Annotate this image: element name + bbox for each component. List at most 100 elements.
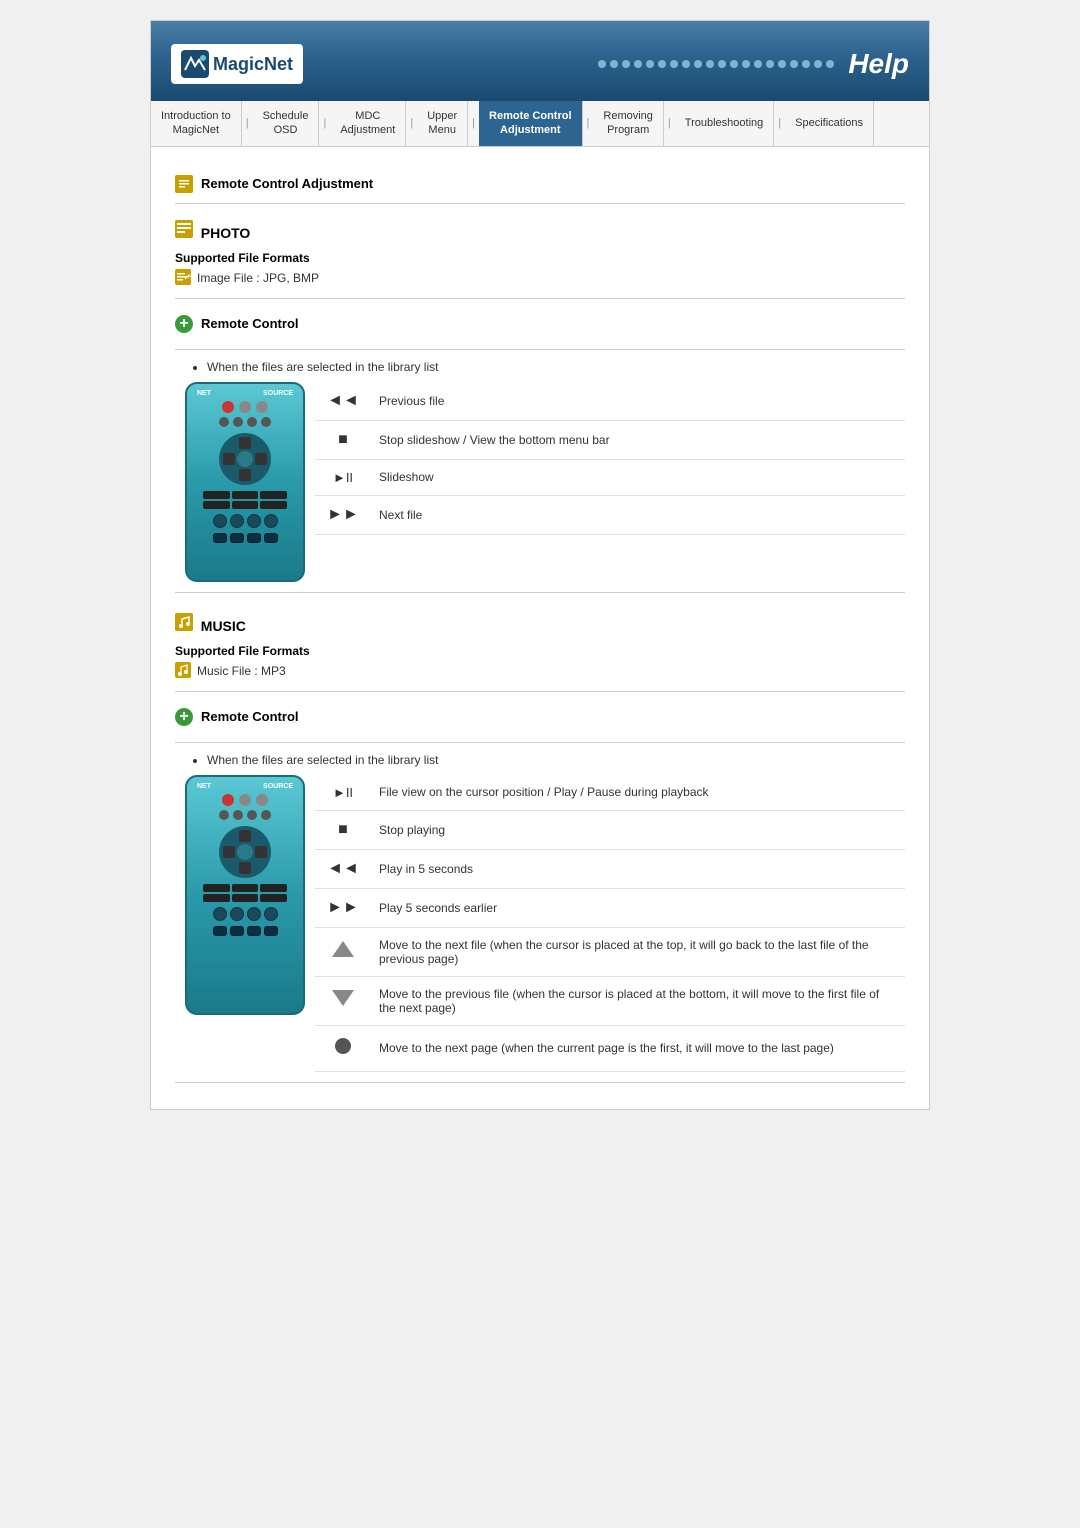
nav-item-troubleshooting[interactable]: Troubleshooting: [675, 101, 774, 146]
nav-sep-7: |: [774, 101, 785, 146]
dot: [814, 60, 822, 68]
dot: [778, 60, 786, 68]
music-remote-image-col: NET SOURCE: [175, 775, 315, 1072]
music-key-row-4: ►► Play 5 seconds earlier: [315, 889, 905, 928]
nav-sep-6: |: [664, 101, 675, 146]
music-remote-image: NET SOURCE: [185, 775, 305, 1015]
photo-key-desc-3: Slideshow: [379, 470, 897, 484]
photo-format-icon: [175, 269, 191, 288]
music-remote-label: Remote Control: [201, 709, 299, 724]
dot: [694, 60, 702, 68]
dot: [610, 60, 618, 68]
music-key-sym-5: [323, 939, 363, 964]
dot: [790, 60, 798, 68]
photo-key-sym-4: ►►: [323, 506, 363, 524]
photo-section-title: PHOTO: [175, 220, 905, 241]
music-section: MUSIC Supported File Formats Music File …: [175, 613, 905, 1072]
music-key-sym-7: [323, 1036, 363, 1061]
divider-remote-photo-top: [175, 349, 905, 350]
photo-key-row-2: ■ Stop slideshow / View the bottom menu …: [315, 421, 905, 460]
music-supported-formats: Supported File Formats Music File : MP3: [175, 644, 905, 681]
music-key-row-2: ■ Stop playing: [315, 811, 905, 850]
music-key-sym-2: ■: [323, 821, 363, 839]
photo-supported-formats: Supported File Formats Image File : JPG,…: [175, 251, 905, 288]
dot: [754, 60, 762, 68]
navbar: Introduction toMagicNet | ScheduleOSD | …: [151, 101, 929, 147]
nav-sep-5: |: [583, 101, 594, 146]
dot: [706, 60, 714, 68]
photo-icon: [175, 220, 193, 238]
music-key-row-1: ►II File view on the cursor position / P…: [315, 775, 905, 811]
divider-music-formats: [175, 691, 905, 692]
divider-photo-formats: [175, 298, 905, 299]
music-key-sym-3: ◄◄: [323, 860, 363, 878]
music-key-row-5: Move to the next file (when the cursor i…: [315, 928, 905, 977]
logo-area: MagicNet: [171, 44, 303, 84]
photo-remote-label: Remote Control: [201, 316, 299, 331]
dot: [622, 60, 630, 68]
help-dots-area: Help: [598, 48, 909, 80]
music-key-row-3: ◄◄ Play in 5 seconds: [315, 850, 905, 889]
music-key-sym-6: [323, 988, 363, 1013]
logo-box: MagicNet: [171, 44, 303, 84]
page-title: Remote Control Adjustment: [201, 176, 373, 191]
photo-key-desc-4: Next file: [379, 508, 897, 522]
dot: [826, 60, 834, 68]
nav-sep-4: |: [468, 101, 479, 146]
photo-key-row-4: ►► Next file: [315, 496, 905, 535]
music-icon: [175, 613, 193, 631]
music-key-desc-1: File view on the cursor position / Play …: [379, 785, 897, 799]
divider-remote-music-top: [175, 742, 905, 743]
remote-control-icon-photo: +: [175, 315, 193, 333]
photo-key-sym-2: ■: [323, 431, 363, 449]
logo-text: MagicNet: [213, 54, 293, 75]
nav-sep-3: |: [406, 101, 417, 146]
nav-item-schedule[interactable]: ScheduleOSD: [253, 101, 320, 146]
music-key-desc-6: Move to the previous file (when the curs…: [379, 987, 897, 1015]
music-remote-control-header: + Remote Control: [175, 702, 905, 732]
dot: [730, 60, 738, 68]
photo-title-text: PHOTO: [201, 225, 251, 241]
nav-item-remote[interactable]: Remote ControlAdjustment: [479, 101, 583, 146]
photo-remote-image-col: NET SOURCE: [175, 382, 315, 582]
dot: [802, 60, 810, 68]
photo-key-desc-1: Previous file: [379, 394, 897, 408]
nav-item-mdc[interactable]: MDCAdjustment: [330, 101, 406, 146]
dot: [682, 60, 690, 68]
dot: [670, 60, 678, 68]
divider-photo-end: [175, 592, 905, 593]
dot: [766, 60, 774, 68]
nav-item-removing[interactable]: RemovingProgram: [593, 101, 664, 146]
photo-remote-image: NET SOURCE: [185, 382, 305, 582]
music-key-desc-2: Stop playing: [379, 823, 897, 837]
dot: [718, 60, 726, 68]
nav-sep-1: |: [242, 101, 253, 146]
help-title: Help: [848, 48, 909, 80]
breadcrumb-icon: [175, 175, 193, 193]
photo-keys-table: ◄◄ Previous file ■ Stop slideshow / View…: [315, 382, 905, 582]
dot: [634, 60, 642, 68]
photo-remote-control-header: + Remote Control: [175, 309, 905, 339]
nav-item-specifications[interactable]: Specifications: [785, 101, 874, 146]
main-content: Remote Control Adjustment PHOTO Supporte…: [151, 147, 929, 1109]
music-key-row-7: Move to the next page (when the current …: [315, 1026, 905, 1072]
photo-key-sym-1: ◄◄: [323, 392, 363, 410]
music-library-note: When the files are selected in the libra…: [191, 753, 905, 767]
nav-item-introduction[interactable]: Introduction toMagicNet: [151, 101, 242, 146]
dots-row: [598, 60, 834, 68]
music-key-desc-7: Move to the next page (when the current …: [379, 1041, 897, 1055]
music-key-sym-4: ►►: [323, 899, 363, 917]
music-formats-label: Supported File Formats: [175, 644, 905, 658]
music-format-icon: [175, 662, 191, 681]
photo-formats-label: Supported File Formats: [175, 251, 905, 265]
photo-format-text: Image File : JPG, BMP: [197, 271, 319, 285]
photo-remote-table: NET SOURCE: [175, 382, 905, 582]
music-key-sym-1: ►II: [323, 785, 363, 800]
nav-item-upper[interactable]: UpperMenu: [417, 101, 468, 146]
music-key-desc-3: Play in 5 seconds: [379, 862, 897, 876]
music-format-text: Music File : MP3: [197, 664, 286, 678]
music-remote-table: NET SOURCE: [175, 775, 905, 1072]
music-key-desc-4: Play 5 seconds earlier: [379, 901, 897, 915]
music-title-text: MUSIC: [201, 618, 246, 634]
logo-icon: [181, 50, 209, 78]
